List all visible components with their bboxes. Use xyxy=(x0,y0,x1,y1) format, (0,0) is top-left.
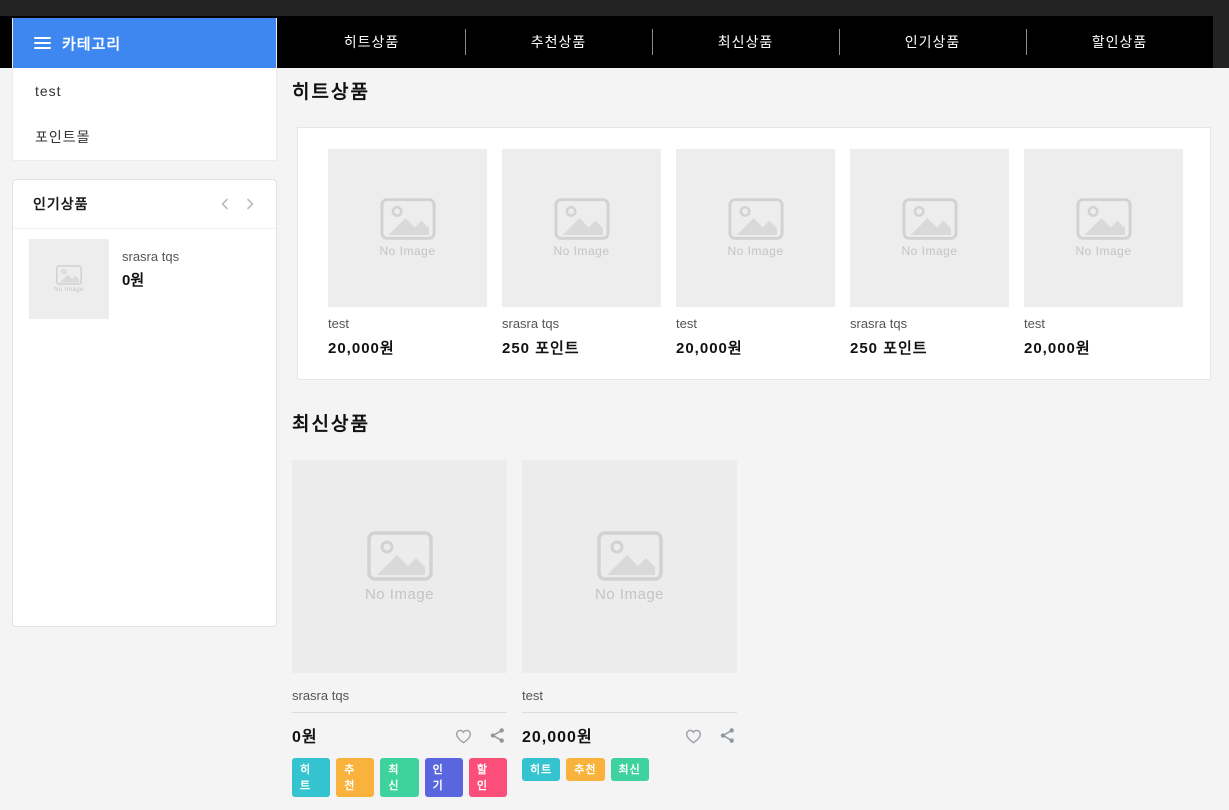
no-image-icon xyxy=(56,265,82,285)
product-thumbnail: No Image xyxy=(1024,149,1183,307)
badge-popular: 인기 xyxy=(424,758,463,797)
badge-new: 최신 xyxy=(380,758,419,797)
badge-discount: 할인 xyxy=(468,758,508,797)
no-image-icon xyxy=(901,198,958,240)
no-image-label: No Image xyxy=(379,244,436,258)
price-row: 20,000원 xyxy=(522,723,737,747)
product-card[interactable]: No Image test 20,000원 xyxy=(328,149,487,379)
product-name: srasra tqs xyxy=(502,316,560,331)
no-image-icon xyxy=(727,198,784,240)
product-thumbnail: No Image xyxy=(850,149,1009,307)
chevron-left-icon[interactable] xyxy=(219,196,231,212)
product-card[interactable]: No Image srasra tqs 0원 히트 추천 최신 인기 할인 xyxy=(292,460,508,797)
hit-products-panel: No Image test 20,000원 No Image srasra tq… xyxy=(297,127,1211,380)
nav-item-recommend[interactable]: 추천상품 xyxy=(465,16,652,68)
chevron-right-icon[interactable] xyxy=(244,196,256,212)
product-name: srasra tqs xyxy=(122,249,180,264)
share-icon[interactable] xyxy=(488,726,507,745)
share-icon[interactable] xyxy=(718,726,737,745)
product-card[interactable]: No Image srasra tqs 250 포인트 xyxy=(850,149,1009,379)
carousel-arrows xyxy=(219,196,256,212)
heart-icon[interactable] xyxy=(453,725,474,746)
product-thumbnail: No Image xyxy=(676,149,835,307)
no-image-label: No Image xyxy=(53,287,84,293)
badge-row: 히트 추천 최신 xyxy=(522,758,737,781)
no-image-icon xyxy=(596,530,663,581)
product-price: 250 포인트 xyxy=(502,340,580,357)
hit-section-title: 히트상품 xyxy=(292,82,370,103)
product-name: test xyxy=(1024,316,1045,331)
nav-item-new[interactable]: 최신상품 xyxy=(652,16,839,68)
nav-item-discount[interactable]: 할인상품 xyxy=(1026,16,1213,68)
no-image-label: No Image xyxy=(727,244,784,258)
nav-items: 히트상품 추천상품 최신상품 인기상품 할인상품 xyxy=(278,16,1213,68)
no-image-icon xyxy=(1075,198,1132,240)
product-price: 20,000원 xyxy=(328,340,395,357)
popular-products-panel: 인기상품 No Image srasra tqs 0원 xyxy=(12,179,277,627)
no-image-label: No Image xyxy=(364,585,435,603)
category-item-pointmall[interactable]: 포인트몰 xyxy=(13,114,276,160)
product-thumbnail: No Image xyxy=(292,460,507,673)
product-thumbnail: No Image xyxy=(522,460,737,673)
latest-section-title: 최신상품 xyxy=(292,414,370,435)
no-image-label: No Image xyxy=(594,585,665,603)
badge-recommend: 추천 xyxy=(566,758,605,781)
no-image-icon xyxy=(366,530,433,581)
badge-row: 히트 추천 최신 인기 할인 xyxy=(292,758,508,797)
popular-panel-title: 인기상품 xyxy=(33,196,89,212)
no-image-label: No Image xyxy=(901,244,958,258)
product-name: srasra tqs xyxy=(850,316,908,331)
product-actions xyxy=(453,725,507,746)
heart-icon[interactable] xyxy=(683,725,704,746)
product-price: 250 포인트 xyxy=(850,340,928,357)
category-title: 카테고리 xyxy=(62,35,122,53)
product-price: 0원 xyxy=(292,729,318,746)
popular-panel-header: 인기상품 xyxy=(13,180,276,229)
product-price: 20,000원 xyxy=(522,729,593,746)
product-name: test xyxy=(676,316,697,331)
product-thumbnail: No Image xyxy=(328,149,487,307)
badge-recommend: 추천 xyxy=(336,758,375,797)
badge-hit: 히트 xyxy=(292,758,331,797)
product-name: test xyxy=(328,316,349,331)
no-image-label: No Image xyxy=(1075,244,1132,258)
popular-product-item[interactable]: No Image srasra tqs 0원 xyxy=(13,229,276,329)
category-header[interactable]: 카테고리 xyxy=(13,18,276,68)
product-info: srasra tqs 0원 xyxy=(122,239,179,319)
no-image-label: No Image xyxy=(553,244,610,258)
product-name: srasra tqs xyxy=(292,688,507,713)
product-price: 20,000원 xyxy=(676,340,743,357)
category-sidebar: 카테고리 test 포인트몰 xyxy=(12,18,277,161)
price-row: 0원 xyxy=(292,723,507,747)
product-name: test xyxy=(522,688,737,713)
latest-products-section: No Image srasra tqs 0원 히트 추천 최신 인기 할인 No… xyxy=(292,460,737,797)
badge-hit: 히트 xyxy=(522,758,561,781)
nav-item-hit[interactable]: 히트상품 xyxy=(278,16,465,68)
hamburger-icon xyxy=(34,37,51,49)
no-image-icon xyxy=(379,198,436,240)
product-thumbnail: No Image xyxy=(502,149,661,307)
product-price: 20,000원 xyxy=(1024,340,1091,357)
no-image-icon xyxy=(553,198,610,240)
product-thumbnail: No Image xyxy=(29,239,109,319)
product-actions xyxy=(683,725,737,746)
product-card[interactable]: No Image test 20,000원 xyxy=(676,149,835,379)
category-item-test[interactable]: test xyxy=(13,68,276,114)
product-price: 0원 xyxy=(122,272,145,289)
product-card[interactable]: No Image srasra tqs 250 포인트 xyxy=(502,149,661,379)
product-card[interactable]: No Image test 20,000원 xyxy=(1024,149,1183,379)
nav-item-popular[interactable]: 인기상품 xyxy=(839,16,1026,68)
product-card[interactable]: No Image test 20,000원 히트 추천 최신 xyxy=(522,460,737,797)
badge-new: 최신 xyxy=(610,758,649,781)
